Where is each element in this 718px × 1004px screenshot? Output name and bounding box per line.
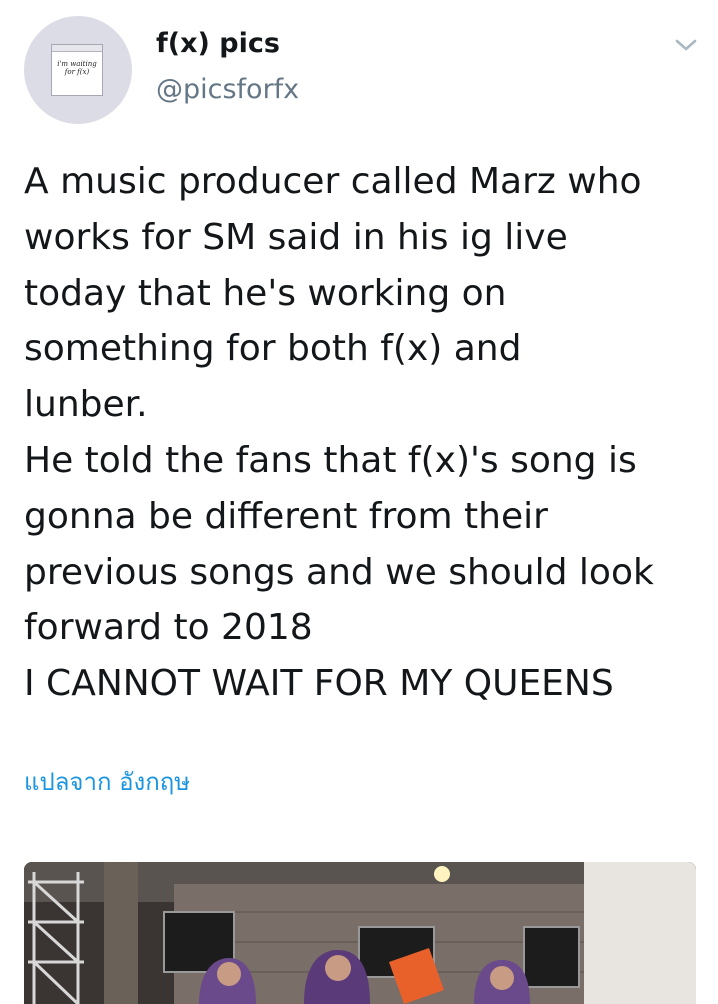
tweet-header: i'm waiting for f(x) f(x) pics @picsforf… <box>24 16 704 126</box>
tweet-text-line: forward to 2018 <box>24 607 313 649</box>
tweet-text-line: works for SM said in his ig live <box>24 216 568 258</box>
tweet-text: A music producer called Marz who works f… <box>24 154 704 712</box>
chevron-down-icon[interactable] <box>674 36 698 54</box>
tweet-text-line: something for both f(x) and <box>24 328 522 370</box>
tweet-text-line: lunber. <box>24 384 148 426</box>
avatar-text: i'm waiting for f(x) <box>57 60 97 76</box>
tweet-text-line: He told the fans that f(x)'s song is <box>24 439 637 481</box>
tweet-text-line: today that he's working on <box>24 272 507 314</box>
tweet-media-photo[interactable] <box>24 862 696 1004</box>
avatar-paper-image: i'm waiting for f(x) <box>51 44 103 96</box>
user-handle[interactable]: @picsforfx <box>156 74 299 105</box>
photo-graphic <box>24 862 696 1004</box>
avatar[interactable]: i'm waiting for f(x) <box>24 16 132 124</box>
display-name[interactable]: f(x) pics <box>156 28 280 59</box>
translate-link[interactable]: แปลจาก อังกฤษ <box>24 762 190 801</box>
tweet-text-line: gonna be different from their <box>24 495 548 537</box>
tweet: i'm waiting for f(x) f(x) pics @picsforf… <box>0 0 718 1004</box>
avatar-paper-header <box>52 45 102 52</box>
tweet-text-line: A music producer called Marz who <box>24 161 642 202</box>
tweet-text-line: previous songs and we should look <box>24 551 654 593</box>
chevron-down-icon-graphic <box>675 39 697 51</box>
tweet-text-line: I CANNOT WAIT FOR MY QUEENS <box>24 663 614 705</box>
